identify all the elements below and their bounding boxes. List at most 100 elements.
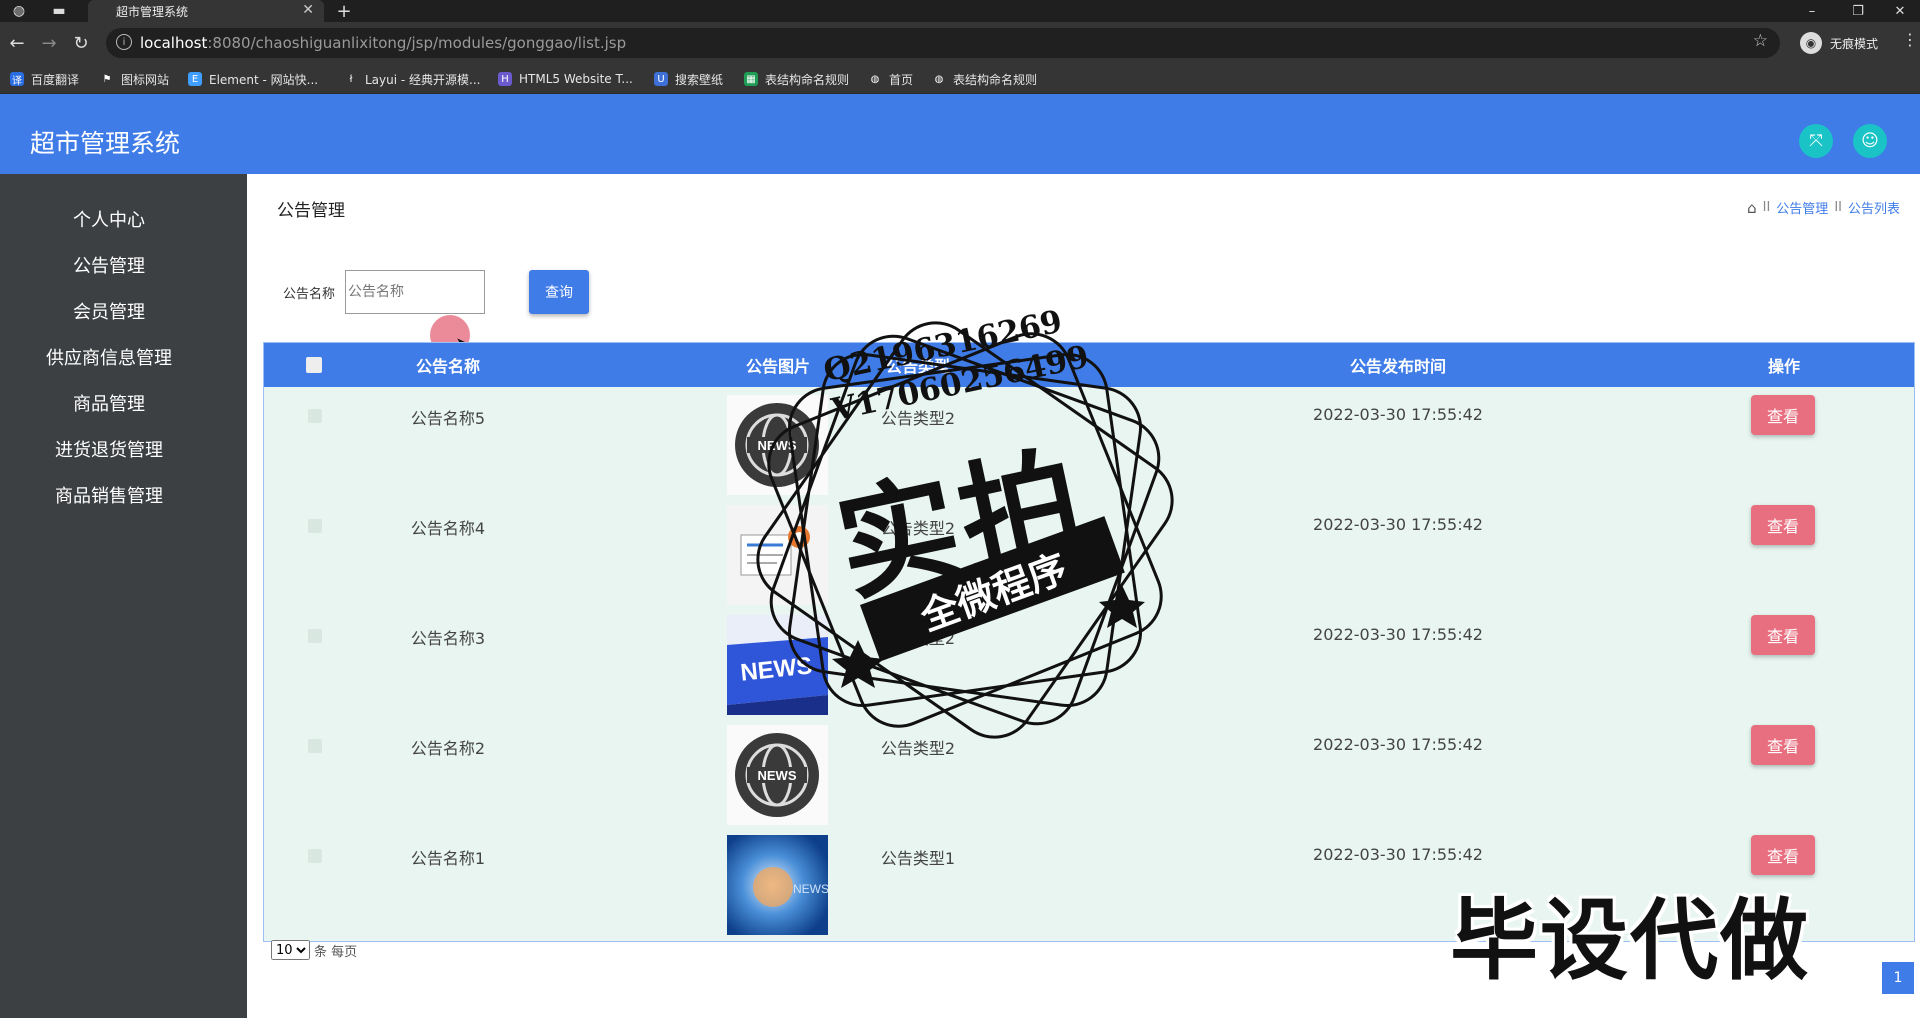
notice-image: NEWS [727,835,828,935]
notice-name: 公告名称3 [410,629,486,648]
notice-type: 公告类型2 [880,629,956,648]
tab-title: 超市管理系统 [116,4,189,19]
new-tab-button[interactable]: + [332,0,356,22]
breadcrumb: ⌂ II 公告管理 II 公告列表 [1747,198,1900,218]
address-bar[interactable]: i localhost:8080/chaoshiguanlixitong/jsp… [106,28,1780,58]
view-button[interactable]: 查看 [1751,505,1815,545]
sidebar-item-sales[interactable]: 商品销售管理 [0,472,218,518]
app-title: 超市管理系统 [30,129,181,158]
table-row: 公告名称5 NEWS 公告类型2 2022-03-30 17:55:42 查看 [264,387,1914,497]
bookmark-item[interactable]: ⚑ 图标网站 [100,70,170,88]
wallpaper-icon: U [654,72,668,86]
notice-image: NEWS [727,395,828,495]
view-button[interactable]: 查看 [1751,395,1815,435]
row-checkbox[interactable] [308,629,322,643]
sidebar-item-notice[interactable]: 公告管理 [0,242,218,288]
query-button[interactable]: 查询 [529,270,589,314]
browser-tab-active[interactable]: 超市管理系统 ✕ [88,0,324,22]
column-header: 公告图片 [745,357,810,376]
layui-icon: ł [349,73,353,85]
notice-time: 2022-03-30 17:55:42 [1313,735,1483,754]
bookmark-item[interactable]: ł Layui - 经典开源模... [344,70,481,88]
app-header: 超市管理系统 ⤧ ☺ [0,94,1920,174]
incognito-label: 无痕模式 [1830,36,1879,51]
address-url[interactable]: localhost:8080/chaoshiguanlixitong/jsp/m… [140,34,626,52]
sidebar: 个人中心 公告管理 会员管理 供应商信息管理 商品管理 进货退货管理 商品销售管… [0,174,247,1018]
table-row: 公告名称4 公告类型2 2022-03-30 17:55:42 查看 [264,497,1914,607]
row-checkbox[interactable] [308,739,322,753]
browser-menu-icon[interactable]: ⋮ [1902,30,1918,49]
column-header: 操作 [1767,357,1800,376]
user-icon[interactable]: ☺ [1853,124,1887,158]
flag-icon: ⚑ [102,73,112,85]
bookmark-item[interactable]: ▦ 表结构命名规则 [744,70,849,88]
breadcrumb-item[interactable]: 公告管理 [1776,198,1828,217]
column-header: 公告名称 [415,357,480,376]
translate-icon: 译 [10,72,24,87]
bookmark-item[interactable]: E Element - 网站快... [188,70,318,88]
tab-search-icon[interactable]: ▬ [44,0,74,22]
bookmark-item[interactable]: H HTML5 Website T... [498,70,633,88]
home-icon[interactable]: ⌂ [1747,199,1757,217]
view-button[interactable]: 查看 [1751,615,1815,655]
row-checkbox[interactable] [308,849,322,863]
row-checkbox[interactable] [308,409,322,423]
browser-tab-strip: ◍ ▬ 超市管理系统 ✕ + – ❐ ✕ [0,0,1920,22]
site-info-icon[interactable]: i [116,34,132,50]
tab-close-icon[interactable]: ✕ [302,2,314,18]
notice-type: 公告类型2 [880,409,956,428]
main-content: 公告管理 ⌂ II 公告管理 II 公告列表 公告名称 查询 ➤ 公告名称 公告… [247,174,1920,1018]
table-header: 公告名称 公告图片 公告类型 公告发布时间 操作 [264,343,1914,387]
notice-type: 公告类型2 [880,739,956,758]
view-button[interactable]: 查看 [1751,725,1815,765]
close-window-icon[interactable]: ✕ [1878,0,1920,22]
table-row: 公告名称2 NEWS 公告类型2 2022-03-30 17:55:42 查看 [264,717,1914,827]
notice-image: NEWS [727,725,828,825]
row-checkbox[interactable] [308,519,322,533]
reload-icon[interactable]: ↻ [68,30,94,56]
breadcrumb-item[interactable]: 公告列表 [1848,198,1900,217]
bookmarks-bar: 译百度翻译 ⚑ 图标网站 E Element - 网站快... ł Layui - 经… [0,64,1920,94]
incognito-profile[interactable]: ◉ 无痕模式 [1800,30,1878,56]
forward-arrow-icon[interactable]: → [36,30,62,56]
notice-table: 公告名称 公告图片 公告类型 公告发布时间 操作 公告名称5 NEWS 公告类型… [263,342,1915,942]
bookmark-item[interactable]: ◍ 表结构命名规则 [932,70,1037,88]
sheet-icon: ▦ [744,72,758,86]
select-all-checkbox[interactable] [306,357,322,373]
notice-type: 公告类型1 [880,849,956,868]
breadcrumb-separator: II [1762,200,1771,215]
search-input[interactable] [345,270,485,314]
incognito-icon: ◉ [1800,32,1822,54]
sidebar-item-member[interactable]: 会员管理 [0,288,218,334]
table-row: 公告名称1 NEWS 公告类型1 2022-03-30 17:55:42 查看 [264,827,1914,937]
element-icon: E [188,72,202,86]
column-header: 公告类型 [885,357,950,376]
svg-text:NEWS: NEWS [793,882,828,896]
bookmark-star-icon[interactable]: ☆ [1753,31,1768,51]
page-size-suffix: 条 每页 [314,944,358,960]
bookmark-item[interactable]: 译百度翻译 [10,70,79,88]
sidebar-item-goods[interactable]: 商品管理 [0,380,218,426]
back-arrow-icon[interactable]: ← [4,30,30,56]
fullscreen-icon[interactable]: ⤧ [1799,124,1833,158]
notice-time: 2022-03-30 17:55:42 [1313,625,1483,644]
notice-type: 公告类型2 [880,519,956,538]
sidebar-item-purchase-return[interactable]: 进货退货管理 [0,426,218,472]
page-number-button[interactable]: 1 [1882,962,1914,994]
sidebar-item-supplier[interactable]: 供应商信息管理 [0,334,218,380]
page-title: 公告管理 [277,201,345,221]
notice-name: 公告名称4 [410,519,486,538]
notice-name: 公告名称5 [410,409,486,428]
notice-time: 2022-03-30 17:55:42 [1313,845,1483,864]
bookmark-item[interactable]: U 搜索壁纸 [654,70,723,88]
restore-icon[interactable]: ❐ [1836,0,1880,22]
page-size-select[interactable]: 10 [271,940,310,960]
minimize-icon[interactable]: – [1790,0,1834,22]
breadcrumb-separator: II [1834,200,1842,215]
sidebar-item-personal[interactable]: 个人中心 [0,196,218,242]
bookmark-item[interactable]: ◍ 首页 [868,70,913,88]
notice-time: 2022-03-30 17:55:42 [1313,515,1483,534]
svg-text:NEWS: NEWS [758,768,797,783]
view-button[interactable]: 查看 [1751,835,1815,875]
search-label: 公告名称 [283,287,336,302]
